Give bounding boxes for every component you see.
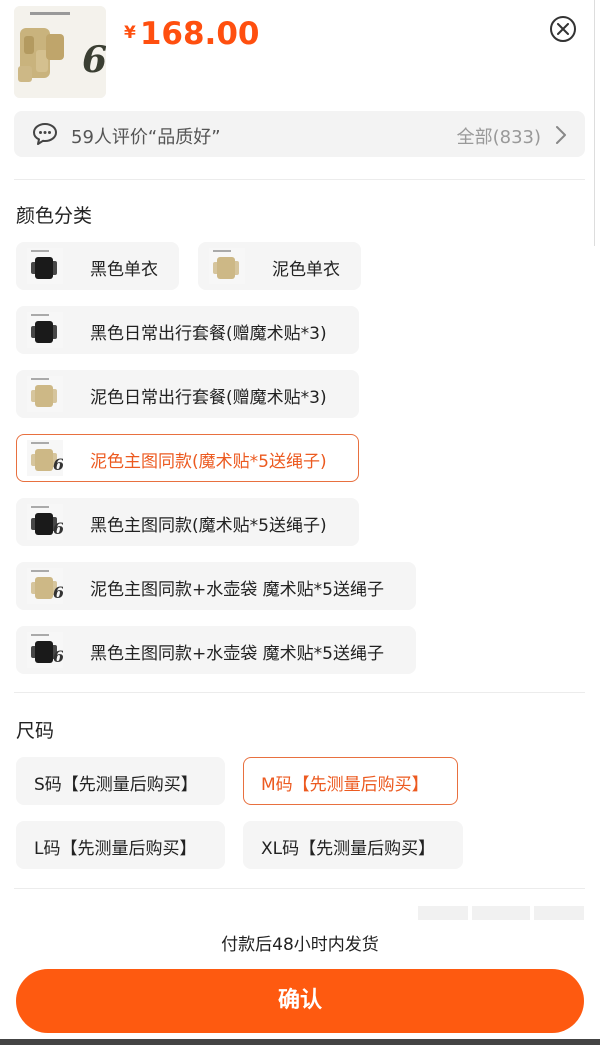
close-icon[interactable]	[550, 16, 576, 42]
price-value: 168.00	[139, 16, 260, 52]
option-label: S码【先测量后购买】	[34, 775, 198, 795]
size-option[interactable]: XL码【先测量后购买】	[243, 821, 463, 869]
option-label: 黑色主图同款+水壶袋 魔术贴*5送绳子	[90, 644, 384, 664]
svg-text:6: 6	[53, 583, 63, 602]
review-summary-bar[interactable]: 59人评价“品质好” 全部(833)	[14, 111, 585, 157]
confirm-button[interactable]: 确认	[16, 969, 584, 1033]
chat-bubble-icon	[32, 122, 58, 150]
option-thumbnail	[27, 248, 63, 284]
quantity-area-placeholder	[472, 906, 530, 920]
product-thumbnail-image: 6	[14, 6, 106, 98]
divider	[14, 888, 585, 889]
color-section-title: 颜色分类	[16, 205, 93, 227]
option-thumbnail: 6	[27, 568, 63, 604]
divider	[14, 179, 585, 180]
sku-header: 6 ¥168.00	[0, 0, 600, 100]
color-option[interactable]: 6 黑色主图同款(魔术贴*5送绳子)	[16, 498, 359, 546]
chevron-right-icon[interactable]	[555, 125, 567, 149]
svg-text:6: 6	[53, 519, 63, 538]
option-thumbnail: 6	[27, 632, 63, 668]
color-option[interactable]: 黑色日常出行套餐(赠魔术贴*3)	[16, 306, 359, 354]
size-option[interactable]: L码【先测量后购买】	[16, 821, 225, 869]
option-label: 泥色单衣	[272, 260, 340, 280]
option-label: M码【先测量后购买】	[261, 775, 429, 795]
system-nav-bar	[0, 1039, 600, 1045]
divider	[14, 692, 585, 693]
svg-text:6: 6	[82, 39, 106, 81]
option-label: 黑色单衣	[90, 260, 158, 280]
color-option[interactable]: 泥色日常出行套餐(赠魔术贴*3)	[16, 370, 359, 418]
scroll-indicator	[594, 0, 600, 246]
price: ¥168.00	[124, 16, 259, 52]
option-label: 泥色主图同款+水壶袋 魔术贴*5送绳子	[90, 580, 384, 600]
color-option[interactable]: 泥色单衣	[198, 242, 361, 290]
currency-symbol: ¥	[124, 23, 136, 43]
product-thumbnail[interactable]: 6	[14, 6, 106, 98]
option-thumbnail	[27, 312, 63, 348]
option-thumbnail	[27, 376, 63, 412]
quantity-area-placeholder	[418, 906, 468, 920]
size-option[interactable]: S码【先测量后购买】	[16, 757, 225, 805]
color-option[interactable]: 黑色单衣	[16, 242, 179, 290]
option-thumbnail	[209, 248, 245, 284]
svg-text:6: 6	[53, 455, 63, 474]
review-summary-text: 59人评价“品质好”	[71, 127, 221, 148]
color-option-selected[interactable]: 6 泥色主图同款(魔术贴*5送绳子)	[16, 434, 359, 482]
shipping-note: 付款后48小时内发货	[221, 935, 379, 955]
quantity-area-placeholder	[534, 906, 584, 920]
option-label: L码【先测量后购买】	[34, 839, 197, 859]
color-option[interactable]: 6 黑色主图同款+水壶袋 魔术贴*5送绳子	[16, 626, 416, 674]
option-thumbnail: 6	[27, 440, 63, 476]
option-label: 泥色日常出行套餐(赠魔术贴*3)	[90, 388, 327, 408]
option-thumbnail: 6	[27, 504, 63, 540]
color-option[interactable]: 6 泥色主图同款+水壶袋 魔术贴*5送绳子	[16, 562, 416, 610]
option-label: 黑色主图同款(魔术贴*5送绳子)	[90, 516, 327, 536]
size-section-title: 尺码	[16, 720, 55, 742]
size-option-selected[interactable]: M码【先测量后购买】	[243, 757, 458, 805]
option-label: XL码【先测量后购买】	[261, 839, 436, 859]
svg-text:6: 6	[53, 647, 63, 666]
all-reviews-link[interactable]: 全部(833)	[457, 123, 541, 149]
option-label: 泥色主图同款(魔术贴*5送绳子)	[90, 452, 327, 472]
option-label: 黑色日常出行套餐(赠魔术贴*3)	[90, 324, 327, 344]
